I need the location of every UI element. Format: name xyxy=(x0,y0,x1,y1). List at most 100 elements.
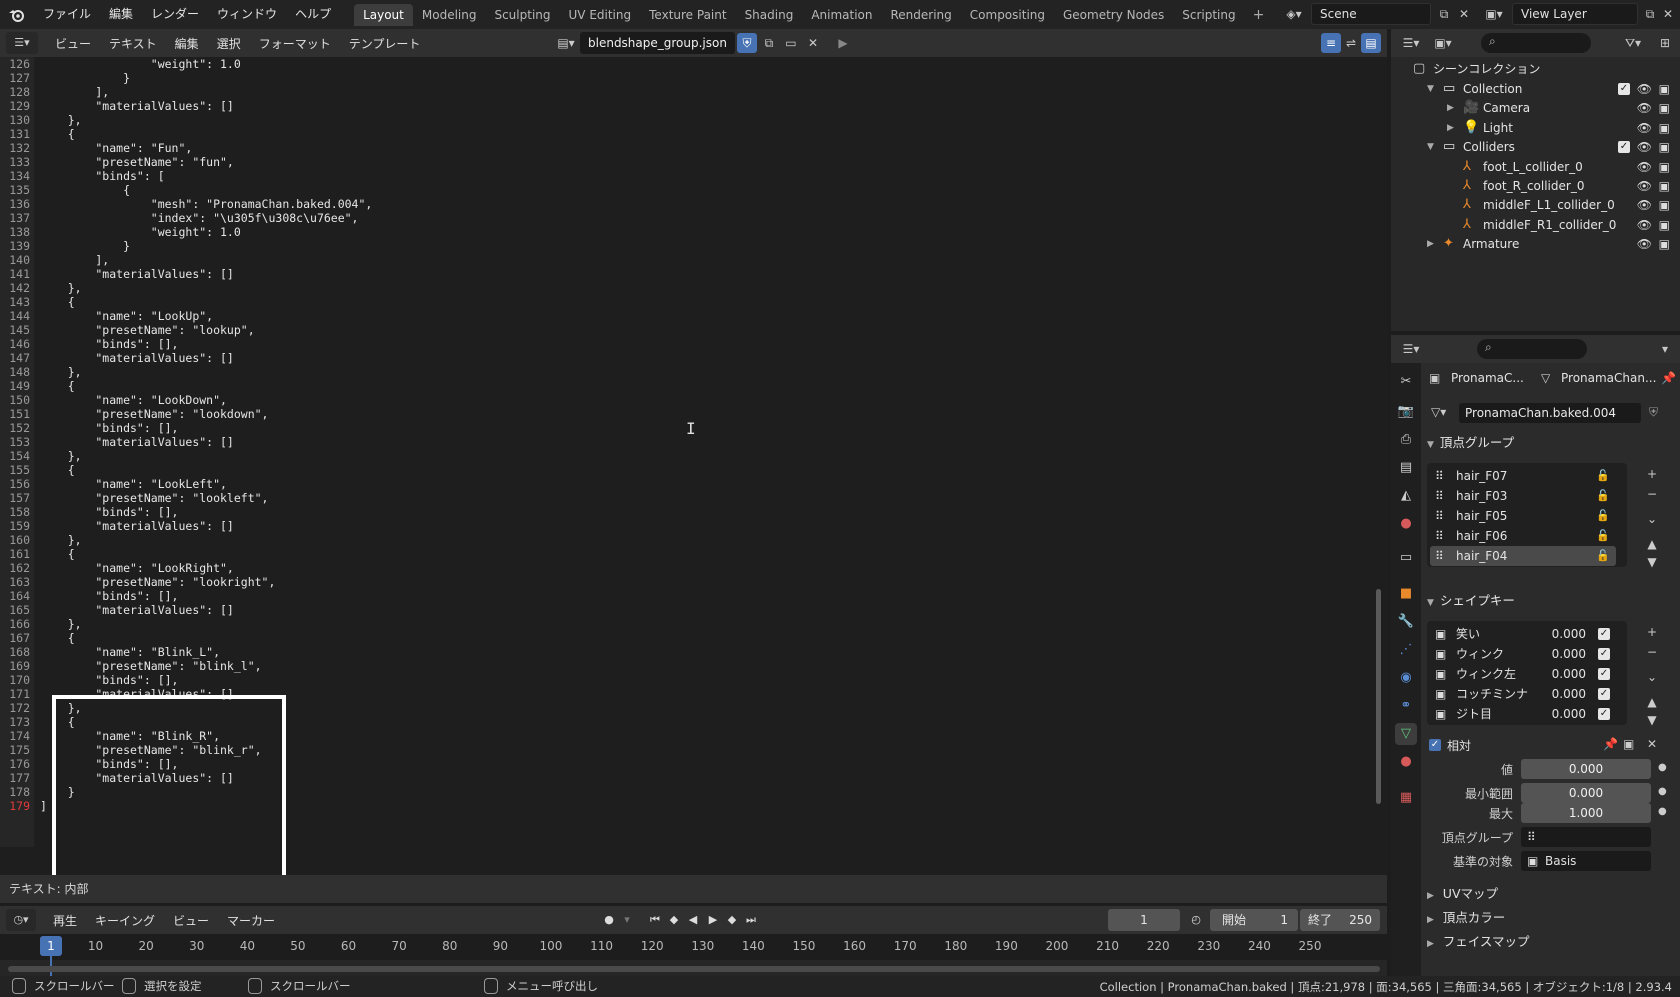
run-script-icon[interactable]: ▶ xyxy=(833,33,853,53)
fake-user-shield-icon[interactable]: ⛨ xyxy=(1649,405,1658,420)
end-frame-field[interactable]: 終了 250 xyxy=(1300,909,1380,931)
keyframe-dot-icon[interactable]: ● xyxy=(1658,762,1667,773)
filter-icon[interactable]: ⛛▾ xyxy=(1621,33,1645,53)
outliner-item[interactable]: ⅄ foot_R_collider_0 👁 ▣ xyxy=(1391,176,1680,196)
shape-key-item[interactable]: ▣ ウィンク左 0.000 ✓ xyxy=(1430,664,1616,684)
tab-constraints-icon[interactable]: ⚭ xyxy=(1395,695,1417,717)
tab-render-icon[interactable]: 📷 xyxy=(1395,401,1417,423)
tab-view-layer-icon[interactable]: ▤ xyxy=(1395,457,1417,479)
lock-icon[interactable]: 🔓 xyxy=(1596,486,1610,506)
tab-workspace[interactable]: Scripting xyxy=(1173,4,1244,26)
render-camera-icon[interactable]: ▣ xyxy=(1659,79,1670,99)
shape-keys-list[interactable]: ▣ 笑い 0.000 ✓ ▣ ウィンク 0.000 ✓ ▣ ウィンク左 0.000 ✓ ▣ コッチミンナ 0… xyxy=(1427,621,1627,725)
remove-shape-key-icon[interactable]: − xyxy=(1643,643,1661,661)
editor-type-icon[interactable]: ☰▾ xyxy=(6,32,38,54)
tab-particles-icon[interactable]: ⋰ xyxy=(1395,639,1417,661)
shape-key-pin-icon[interactable]: 📌 xyxy=(1603,737,1618,751)
shape-key-value[interactable]: 0.000 xyxy=(1552,644,1586,664)
outliner-item[interactable]: ▼ ▭ Collection ✓ 👁 ▣ xyxy=(1391,79,1680,99)
shape-key-item[interactable]: ▣ コッチミンナ 0.000 ✓ xyxy=(1430,684,1616,704)
render-camera-icon[interactable]: ▣ xyxy=(1659,98,1670,118)
top-menu-item[interactable]: ヘルプ xyxy=(286,0,340,29)
tab-workspace[interactable]: Layout xyxy=(354,3,413,26)
top-menu-item[interactable]: レンダー xyxy=(142,0,208,29)
tab-workspace[interactable]: Modeling xyxy=(413,4,486,26)
outliner-search-input[interactable]: ⌕ xyxy=(1481,33,1591,53)
editor-menu-item[interactable]: テンプレート xyxy=(340,35,430,52)
visibility-eye-icon[interactable]: 👁 xyxy=(1637,79,1652,99)
display-mode-icon[interactable]: ▣▾ xyxy=(1431,33,1455,53)
exclude-checkbox[interactable]: ✓ xyxy=(1618,141,1630,154)
shape-key-mute-checkbox[interactable]: ✓ xyxy=(1598,648,1610,660)
tab-workspace[interactable]: Animation xyxy=(802,4,881,26)
tab-workspace[interactable]: Geometry Nodes xyxy=(1054,4,1173,26)
shape-key-item[interactable]: ▣ ジト目 0.000 ✓ xyxy=(1430,704,1616,724)
properties-editor-type-icon[interactable]: ☰▾ xyxy=(1399,339,1423,359)
render-camera-icon[interactable]: ▣ xyxy=(1659,215,1670,235)
tab-physics-icon[interactable]: ◉ xyxy=(1395,667,1417,689)
visibility-eye-icon[interactable]: 👁 xyxy=(1637,98,1652,118)
timeline-editor-type-icon[interactable]: ◷▾ xyxy=(6,909,36,931)
vertex-group-item[interactable]: ⠿ hair_F04 🔓 xyxy=(1430,546,1616,566)
expand-down-icon[interactable]: ▼ xyxy=(1427,137,1434,157)
expand-right-icon[interactable]: ▶ xyxy=(1427,234,1434,254)
timeline-scrollbar[interactable] xyxy=(8,966,1380,972)
visibility-eye-icon[interactable]: 👁 xyxy=(1637,118,1652,138)
shape-key-mute-checkbox[interactable]: ✓ xyxy=(1598,688,1610,700)
clear-weights-icon[interactable]: ✕ xyxy=(1647,737,1657,751)
scene-name-field[interactable]: Scene xyxy=(1311,3,1431,25)
shape-key-mute-checkbox[interactable]: ✓ xyxy=(1598,628,1610,640)
lock-icon[interactable]: 🔓 xyxy=(1596,466,1610,486)
render-camera-icon[interactable]: ▣ xyxy=(1659,137,1670,157)
new-collection-icon[interactable]: ⊞ xyxy=(1653,33,1677,53)
delete-view-layer-icon[interactable]: ✕ xyxy=(1656,4,1680,24)
tab-workspace[interactable]: Sculpting xyxy=(485,4,559,26)
visibility-eye-icon[interactable]: 👁 xyxy=(1637,157,1652,177)
exclude-checkbox[interactable]: ✓ xyxy=(1618,83,1630,95)
timeline-menu-item[interactable]: ビュー xyxy=(164,912,218,929)
relative-to-field[interactable]: ▣ Basis xyxy=(1521,851,1651,871)
shape-key-value[interactable]: 0.000 xyxy=(1552,684,1586,704)
lock-icon[interactable]: 🔓 xyxy=(1596,546,1610,566)
editor-menu-item[interactable]: 選択 xyxy=(208,35,250,52)
vertex-group-item[interactable]: ⠿ hair_F06 🔓 xyxy=(1430,526,1616,546)
editor-menu-item[interactable]: テキスト xyxy=(100,35,166,52)
relative-checkbox[interactable]: ✓ xyxy=(1429,739,1441,751)
next-keyframe-icon[interactable]: ◆ xyxy=(723,910,741,930)
vertex-group-item[interactable]: ⠿ hair_F05 🔓 xyxy=(1430,506,1616,526)
outliner-item[interactable]: ⅄ middleF_R1_collider_0 👁 ▣ xyxy=(1391,215,1680,235)
pin-icon[interactable]: 📌 xyxy=(1661,371,1676,385)
collapsed-panel-header[interactable]: ▶ フェイスマップ xyxy=(1427,931,1675,953)
shape-key-value[interactable]: 0.000 xyxy=(1552,624,1586,644)
shape-key-item[interactable]: ▣ ウィンク 0.000 ✓ xyxy=(1430,644,1616,664)
outliner-root[interactable]: ▢ シーンコレクション xyxy=(1391,59,1680,79)
collapsed-panel-header[interactable]: ▶ 頂点カラー xyxy=(1427,907,1675,929)
min-range-field[interactable]: 0.000 xyxy=(1521,783,1651,803)
start-frame-field[interactable]: 開始 1 xyxy=(1210,909,1298,931)
move-down-icon[interactable]: ▼ xyxy=(1643,553,1661,571)
expand-down-icon[interactable]: ▼ xyxy=(1427,79,1434,99)
properties-search-input[interactable]: ⌕ xyxy=(1477,339,1587,359)
visibility-eye-icon[interactable]: 👁 xyxy=(1637,176,1652,196)
expand-right-icon[interactable]: ▶ xyxy=(1447,118,1454,138)
edit-mode-toggle-icon[interactable]: ▣ xyxy=(1623,737,1634,751)
remove-vertex-group-icon[interactable]: − xyxy=(1643,485,1661,503)
outliner-item[interactable]: ▶ 🎥 Camera 👁 ▣ xyxy=(1391,98,1680,118)
visibility-eye-icon[interactable]: 👁 xyxy=(1637,234,1652,254)
playhead[interactable]: 1 xyxy=(40,936,62,956)
move-up-icon[interactable]: ▲ xyxy=(1643,693,1661,711)
delete-scene-icon[interactable]: ✕ xyxy=(1452,4,1476,24)
syntax-highlight-toggle-icon[interactable]: ▤ xyxy=(1361,33,1381,53)
tab-object-icon[interactable]: ■ xyxy=(1395,583,1417,605)
unlink-text-icon[interactable]: ✕ xyxy=(803,33,823,53)
add-workspace-icon[interactable]: + xyxy=(1245,7,1273,23)
tab-workspace[interactable]: UV Editing xyxy=(560,4,641,26)
max-range-field[interactable]: 1.000 xyxy=(1521,803,1651,823)
shape-key-mute-checkbox[interactable]: ✓ xyxy=(1598,668,1610,680)
outliner-editor-type-icon[interactable]: ☰▾ xyxy=(1399,33,1423,53)
outliner-item[interactable]: ▼ ▭ Colliders ✓ 👁 ▣ xyxy=(1391,137,1680,157)
shape-key-item[interactable]: ▣ 笑い 0.000 ✓ xyxy=(1430,624,1616,644)
timeline-menu-item[interactable]: キーイング xyxy=(86,912,164,929)
current-frame-field[interactable]: 1 xyxy=(1108,909,1180,931)
new-text-icon[interactable]: ⧉ xyxy=(759,33,779,53)
